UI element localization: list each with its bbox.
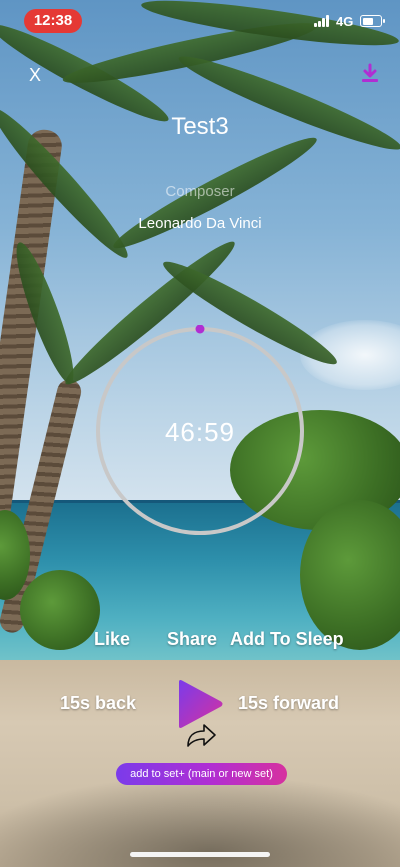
add-to-sleep-button[interactable]: Add To Sleep: [230, 629, 344, 650]
share-button[interactable]: Share: [167, 629, 217, 650]
battery-fill: [362, 17, 373, 25]
close-button[interactable]: X: [24, 63, 46, 87]
share-arrow-icon[interactable]: [184, 722, 218, 750]
skip-back-button[interactable]: 15s back: [60, 693, 136, 714]
track-title: Test3: [171, 113, 229, 140]
network-type: 4G: [336, 14, 354, 29]
skip-forward-button[interactable]: 15s forward: [238, 693, 339, 714]
battery-icon: [360, 15, 385, 27]
composer-name: Leonardo Da Vinci: [138, 215, 262, 232]
add-to-set-button[interactable]: add to set+ (main or new set): [116, 763, 287, 785]
composer-label: Composer: [165, 183, 235, 200]
download-icon[interactable]: [358, 62, 382, 86]
action-row: Like Share Add To Sleep: [0, 629, 400, 653]
home-indicator: [130, 852, 270, 857]
status-bar: 12:38 4G: [0, 0, 400, 44]
status-time: 12:38: [24, 9, 82, 33]
signal-icon: [314, 15, 330, 27]
timer-progress-knob[interactable]: [195, 325, 205, 334]
like-button[interactable]: Like: [94, 629, 130, 650]
timer-remaining: 46:59: [164, 417, 236, 447]
